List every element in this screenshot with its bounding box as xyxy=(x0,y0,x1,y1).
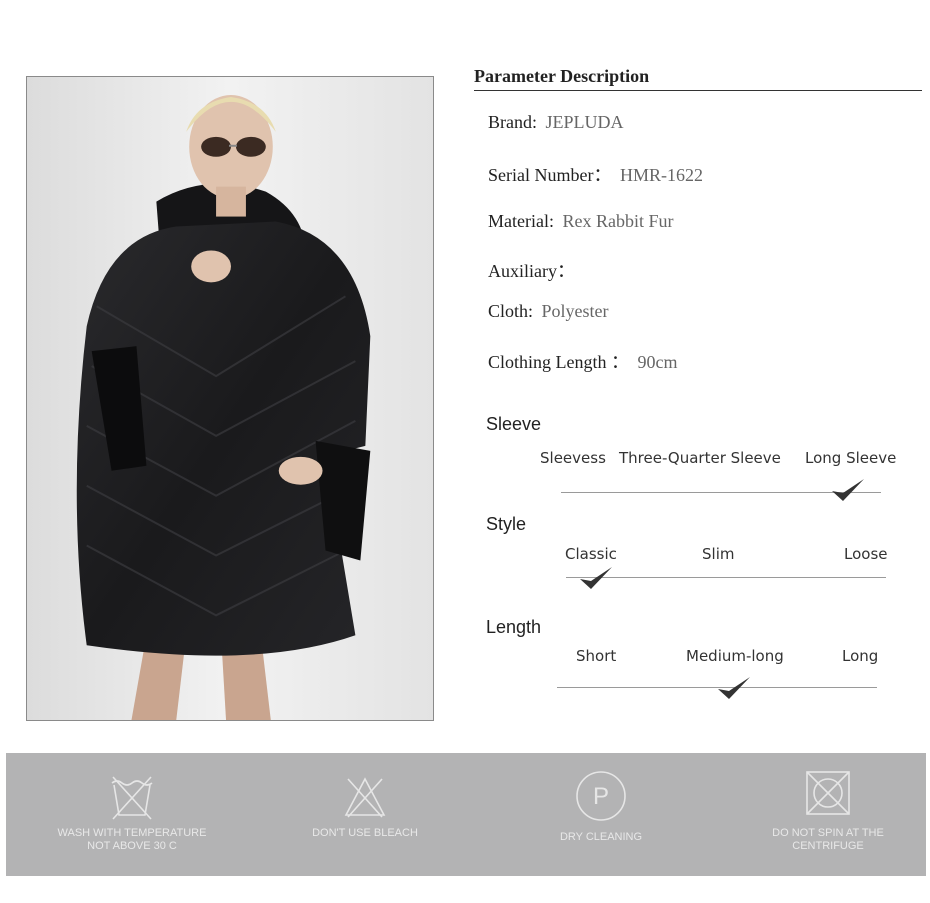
sleeve-selected-check-icon xyxy=(832,479,864,501)
model-in-fur-coat-image xyxy=(27,77,433,720)
param-serial-number: Serial Number： HMR-1622 xyxy=(488,161,703,187)
param-material: Material: Rex Rabbit Fur xyxy=(488,211,673,232)
care-label: DRY CLEANING xyxy=(559,831,643,843)
sleeve-title: Sleeve xyxy=(486,414,542,434)
style-option-slim: Slim xyxy=(702,545,735,563)
sleeve-option-long: Long Sleeve xyxy=(805,449,897,467)
care-item-wash: WASH WITH TEMPERATURE NOT ABOVE 30 C xyxy=(42,773,222,853)
length-option-long: Long xyxy=(842,647,879,665)
care-label: NOT ABOVE 30 C xyxy=(87,840,177,852)
param-value: Polyester xyxy=(541,301,609,321)
param-label: Brand: xyxy=(488,112,537,132)
style-option-classic: Classic xyxy=(565,545,617,563)
params-divider xyxy=(474,90,922,91)
care-label: CENTRIFUGE xyxy=(792,840,864,852)
care-item-spin: DO NOT SPIN AT THE CENTRIFUGE xyxy=(748,769,908,853)
param-value: 90cm xyxy=(637,352,678,372)
param-label: Material: xyxy=(488,211,554,231)
no-bleach-icon xyxy=(344,777,386,818)
length-selected-check-icon xyxy=(718,677,750,699)
param-label: Serial Number： xyxy=(488,165,612,185)
param-value: Rex Rabbit Fur xyxy=(562,211,674,231)
style-selected-check-icon xyxy=(580,567,612,589)
param-label: Cloth: xyxy=(488,301,534,321)
care-item-bleach: DON'T USE BLEACH xyxy=(290,773,440,840)
style-title: Style xyxy=(486,514,527,534)
param-brand: Brand: JEPLUDA xyxy=(488,112,624,133)
param-clothing-length: Clothing Length ： 90cm xyxy=(488,348,678,374)
sleeve-option-three-quarter: Three-Quarter Sleeve xyxy=(619,449,781,467)
length-option-medium-long: Medium-long xyxy=(686,647,784,665)
sleeve-option-sleeveless: Sleevess xyxy=(540,449,606,467)
param-value: JEPLUDA xyxy=(545,112,624,132)
param-cloth: Cloth: Polyester xyxy=(488,301,609,322)
care-label: DON'T USE BLEACH xyxy=(312,827,418,839)
care-instructions-band: WASH WITH TEMPERATURE NOT ABOVE 30 C DON… xyxy=(6,753,926,876)
no-tumble-dry-icon xyxy=(806,771,850,815)
params-title: Parameter Description xyxy=(474,66,650,86)
style-scale-line xyxy=(566,577,886,578)
dry-clean-icon: P xyxy=(576,771,626,821)
product-photo xyxy=(26,76,434,721)
param-label: Auxiliary： xyxy=(488,261,575,281)
care-label: WASH WITH TEMPERATURE xyxy=(57,827,207,839)
style-option-loose: Loose xyxy=(844,545,888,563)
param-label: Clothing Length ： xyxy=(488,352,629,372)
length-option-short: Short xyxy=(576,647,617,665)
length-title: Length xyxy=(486,617,542,637)
wash-30-icon xyxy=(111,776,153,820)
param-value: HMR-1622 xyxy=(619,165,703,185)
dry-clean-symbol: P xyxy=(593,783,609,810)
param-auxiliary: Auxiliary： xyxy=(488,257,579,283)
care-item-dry-cleaning: P DRY CLEANING xyxy=(526,769,676,844)
care-label: DO NOT SPIN AT THE xyxy=(772,827,884,839)
